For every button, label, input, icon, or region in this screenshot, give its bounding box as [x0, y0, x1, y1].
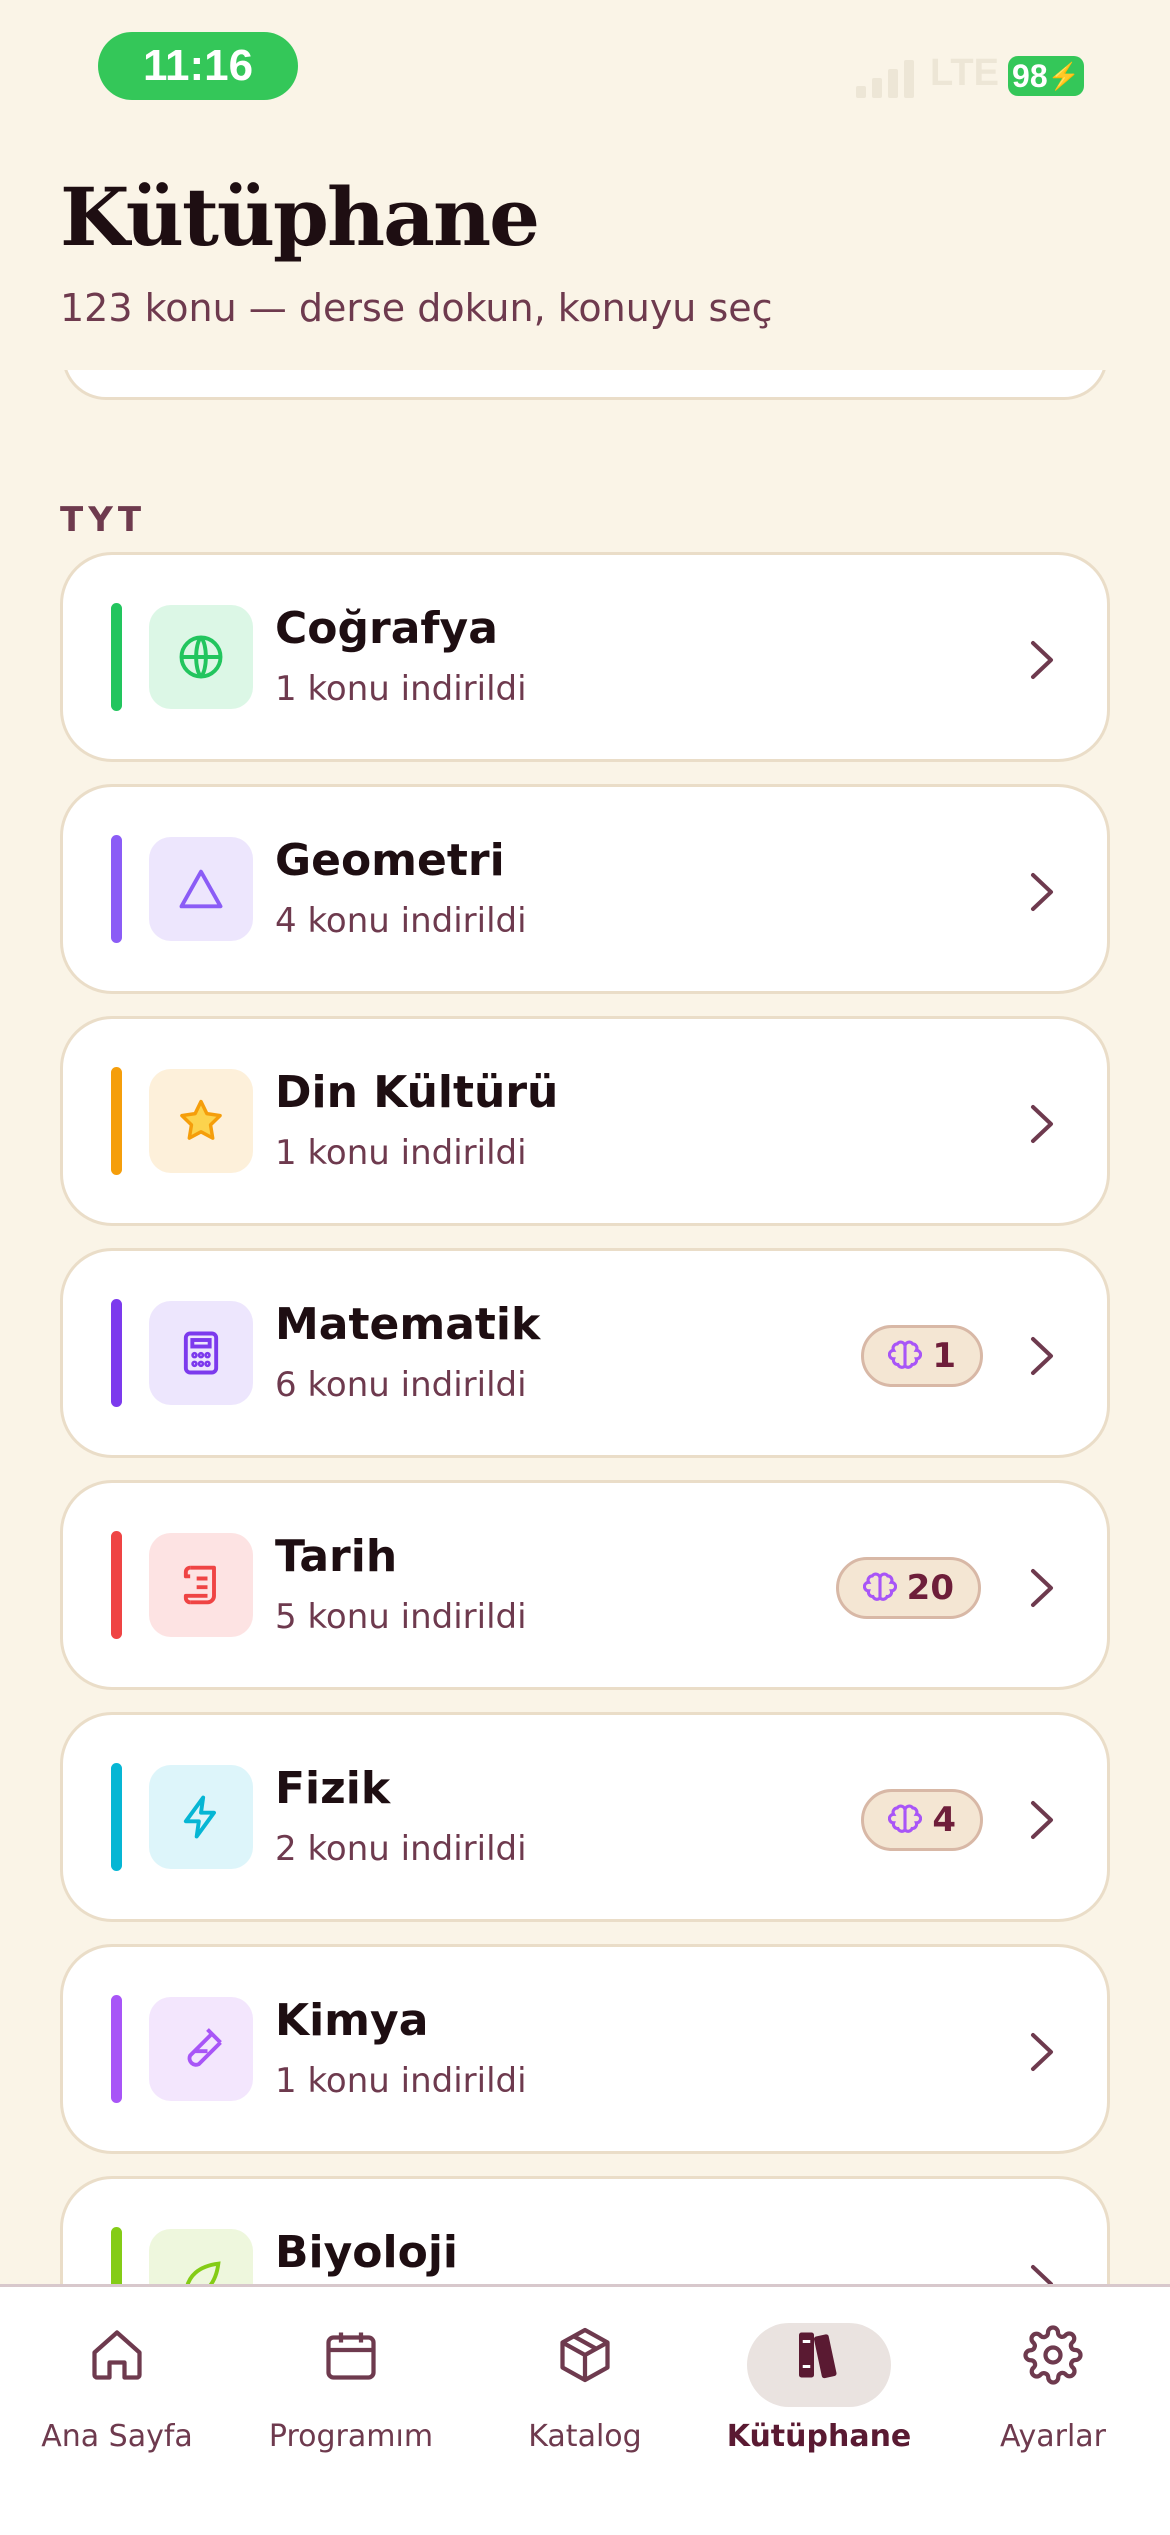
accent-bar: [111, 1763, 122, 1871]
nav-item-ana-sayfa[interactable]: Ana Sayfa: [0, 2287, 234, 2535]
subject-card[interactable]: Din Kültürü 1 konu indirildi: [60, 1016, 1110, 1226]
badge-count: 4: [932, 1800, 956, 1840]
chevron-right-icon: [1031, 873, 1053, 911]
subject-name: Tarih: [275, 1531, 398, 1582]
subject-card[interactable]: Kimya 1 konu indirildi: [60, 1944, 1110, 2154]
subject-name: Din Kültürü: [275, 1067, 559, 1118]
brain-icon: [862, 1572, 897, 1601]
nav-label: Programım: [268, 2419, 434, 2454]
chevron-right-icon: [1031, 2033, 1053, 2071]
charging-icon: ⚡: [1047, 60, 1080, 91]
box-icon: [555, 2325, 615, 2385]
subject-downloaded-count: 2 konu indirildi: [275, 1829, 527, 1869]
review-badge[interactable]: 4: [861, 1789, 983, 1851]
nav-item-program-m[interactable]: Programım: [234, 2287, 468, 2535]
page-subtitle: 123 konu — derse dokun, konuyu seç: [60, 286, 773, 330]
nav-item-k-t-phane[interactable]: Kütüphane: [702, 2287, 936, 2535]
brain-icon: [888, 1340, 923, 1369]
subject-downloaded-count: 4 konu indirildi: [275, 901, 527, 941]
page-title: Kütüphane: [60, 170, 540, 264]
nav-label: Ana Sayfa: [41, 2419, 193, 2454]
battery-indicator: 98 ⚡: [1008, 56, 1084, 96]
nav-label: Katalog: [528, 2419, 642, 2454]
accent-bar: [111, 1299, 122, 1407]
nav-item-ayarlar[interactable]: Ayarlar: [936, 2287, 1170, 2535]
review-badge[interactable]: 1: [861, 1325, 983, 1387]
books-icon: [789, 2325, 849, 2385]
star-icon: [149, 1069, 253, 1173]
nav-label: Kütüphane: [726, 2419, 912, 2454]
subject-name: Geometri: [275, 835, 505, 886]
subject-name: Matematik: [275, 1299, 541, 1350]
nav-item-katalog[interactable]: Katalog: [468, 2287, 702, 2535]
triangle-icon: [149, 837, 253, 941]
subject-name: Coğrafya: [275, 603, 498, 654]
subject-card[interactable]: Fizik 2 konu indirildi 4: [60, 1712, 1110, 1922]
brain-icon: [888, 1804, 923, 1833]
chevron-right-icon: [1031, 1337, 1053, 1375]
subject-downloaded-count: 1 konu indirildi: [275, 669, 527, 709]
bolt-icon: [149, 1765, 253, 1869]
test-tube-icon: [149, 1997, 253, 2101]
accent-bar: [111, 1995, 122, 2103]
scroll-icon: [149, 1533, 253, 1637]
bottom-nav: Ana Sayfa Programım Katalog Kütüphane Ay…: [0, 2284, 1170, 2535]
status-time: 11:16: [98, 32, 298, 100]
badge-count: 1: [932, 1336, 956, 1376]
signal-icon: [856, 60, 914, 98]
subject-name: Biyoloji: [275, 2227, 459, 2278]
subject-downloaded-count: 1 konu indirildi: [275, 1133, 527, 1173]
section-label: TYT: [60, 500, 147, 540]
chevron-right-icon: [1031, 1801, 1053, 1839]
battery-level: 98: [1012, 57, 1048, 94]
accent-bar: [111, 1531, 122, 1639]
nav-label: Ayarlar: [999, 2419, 1106, 2454]
accent-bar: [111, 603, 122, 711]
subject-name: Fizik: [275, 1763, 391, 1814]
subject-downloaded-count: 5 konu indirildi: [275, 1597, 527, 1637]
collapsed-card: [62, 370, 1108, 400]
subject-card[interactable]: Matematik 6 konu indirildi 1: [60, 1248, 1110, 1458]
home-icon: [87, 2325, 147, 2385]
chevron-right-icon: [1031, 641, 1053, 679]
calculator-icon: [149, 1301, 253, 1405]
subject-card[interactable]: Tarih 5 konu indirildi 20: [60, 1480, 1110, 1690]
review-badge[interactable]: 20: [835, 1557, 981, 1619]
subject-card[interactable]: Coğrafya 1 konu indirildi: [60, 552, 1110, 762]
subject-name: Kimya: [275, 1995, 429, 2046]
chevron-right-icon: [1031, 1105, 1053, 1143]
calendar-icon: [321, 2325, 381, 2385]
accent-bar: [111, 835, 122, 943]
accent-bar: [111, 1067, 122, 1175]
subject-card[interactable]: Geometri 4 konu indirildi: [60, 784, 1110, 994]
chevron-right-icon: [1031, 1569, 1053, 1607]
subject-downloaded-count: 6 konu indirildi: [275, 1365, 527, 1405]
status-bar: 11:16 LTE 98 ⚡: [0, 0, 1170, 140]
subject-downloaded-count: 1 konu indirildi: [275, 2061, 527, 2101]
globe-icon: [149, 605, 253, 709]
badge-count: 20: [906, 1568, 954, 1608]
gear-icon: [1023, 2325, 1083, 2385]
network-label: LTE: [930, 52, 999, 94]
